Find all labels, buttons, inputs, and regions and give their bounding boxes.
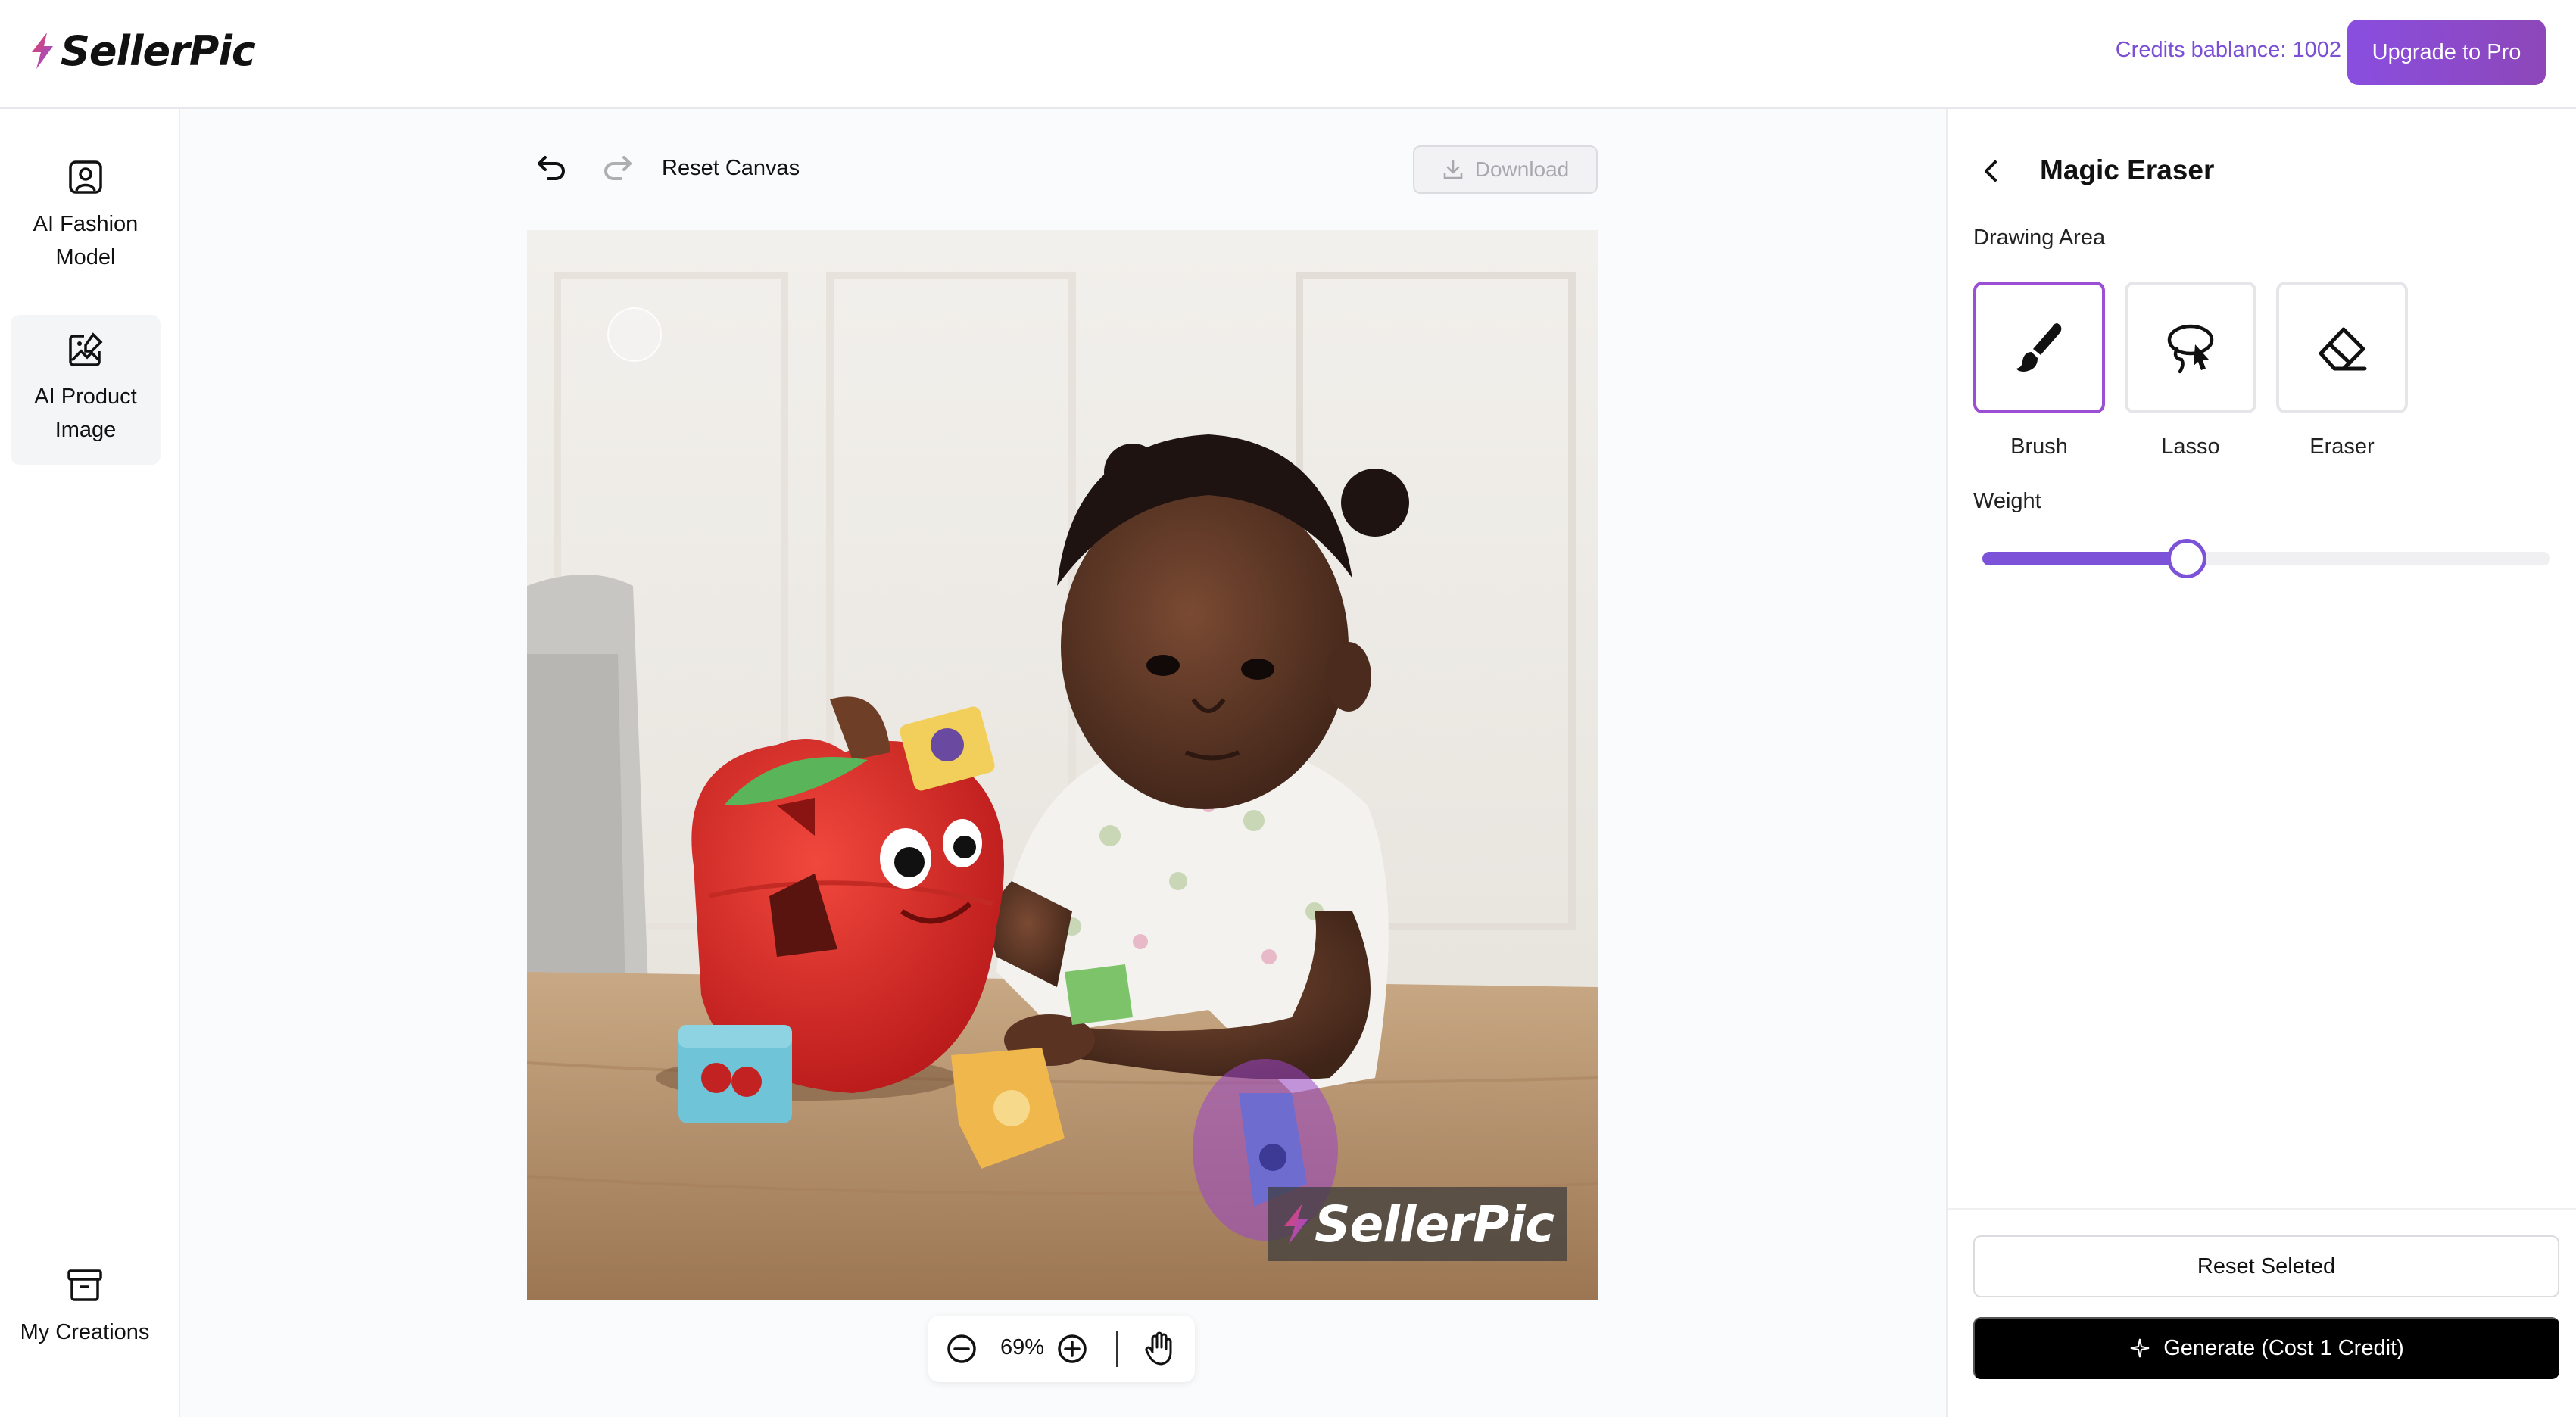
- download-icon: [1443, 160, 1463, 179]
- brush-icon: [2016, 323, 2062, 372]
- credits-balance: Credits bablance: 1002: [2115, 38, 2341, 62]
- weight-slider[interactable]: [1982, 539, 2550, 578]
- zoom-level: 69%: [1000, 1335, 1045, 1359]
- sidebar-item-my-creations[interactable]: My Creations: [0, 1266, 170, 1356]
- brush-cursor: [607, 307, 662, 362]
- eraser-tool-label: Eraser: [2309, 434, 2375, 459]
- eraser-icon: [2319, 327, 2367, 371]
- product-photo: [527, 230, 1598, 1300]
- sidebar-item-label: AI Fashion Model: [33, 212, 139, 269]
- panel-title: Magic Eraser: [2040, 154, 2215, 185]
- magic-eraser-panel: Magic Eraser Drawing Area Brush Lasso Er…: [1946, 109, 2576, 1417]
- top-header: SellerPic Credits bablance: 1002 Upgrade…: [0, 0, 2576, 109]
- chevron-left-icon[interactable]: [1975, 154, 2008, 188]
- sidebar-item-ai-fashion-model[interactable]: AI Fashion Model: [11, 157, 161, 294]
- download-button[interactable]: Download: [1413, 145, 1598, 194]
- redo-icon[interactable]: [600, 150, 636, 186]
- sidebar-item-ai-product-image[interactable]: AI Product Image: [11, 315, 161, 465]
- sparkle-icon: [2131, 1338, 2150, 1358]
- portrait-icon: [69, 160, 102, 194]
- left-sidebar: AI Fashion Model AI Product Image My Cre…: [0, 109, 180, 1417]
- download-label: Download: [1474, 157, 1570, 181]
- brush-tool-label: Brush: [2010, 434, 2068, 459]
- lasso-tool-label: Lasso: [2161, 434, 2220, 459]
- undo-icon[interactable]: [533, 150, 569, 186]
- watermark-text: SellerPic: [1315, 1194, 1555, 1254]
- weight-slider-thumb[interactable]: [2167, 539, 2206, 578]
- sidebar-item-label: My Creations: [20, 1320, 150, 1344]
- editing-canvas[interactable]: SellerPic: [527, 230, 1598, 1300]
- eraser-tool-button[interactable]: [2276, 282, 2408, 413]
- hand-pan-icon[interactable]: [1140, 1329, 1178, 1367]
- lasso-tool-button[interactable]: [2125, 282, 2256, 413]
- generate-button[interactable]: Generate (Cost 1 Credit): [1973, 1317, 2559, 1379]
- weight-slider-fill: [1982, 552, 2187, 565]
- watermark: SellerPic: [1268, 1187, 1567, 1261]
- lightning-logo-icon: [1284, 1204, 1308, 1244]
- image-edit-icon: [69, 332, 103, 366]
- panel-footer: Reset Seleted Generate (Cost 1 Credit): [1948, 1208, 2576, 1417]
- reset-canvas-button[interactable]: Reset Canvas: [662, 156, 800, 181]
- archive-icon: [67, 1269, 102, 1301]
- zoom-controls: 69%: [928, 1316, 1195, 1382]
- logo-text: SellerPic: [61, 26, 256, 75]
- reset-selected-button[interactable]: Reset Seleted: [1973, 1235, 2559, 1297]
- sidebar-item-label: AI Product Image: [34, 385, 137, 442]
- divider: [1116, 1331, 1118, 1367]
- lasso-icon: [2167, 324, 2214, 374]
- zoom-in-icon[interactable]: [1054, 1331, 1090, 1367]
- brush-tool-button[interactable]: [1973, 282, 2105, 413]
- zoom-out-icon[interactable]: [943, 1331, 980, 1367]
- lightning-logo-icon: [32, 33, 53, 69]
- upgrade-to-pro-button[interactable]: Upgrade to Pro: [2347, 20, 2546, 85]
- weight-label: Weight: [1973, 489, 2041, 513]
- drawing-area-label: Drawing Area: [1973, 226, 2106, 250]
- generate-label: Generate (Cost 1 Credit): [2163, 1335, 2404, 1360]
- sellerpic-logo[interactable]: SellerPic: [27, 24, 256, 77]
